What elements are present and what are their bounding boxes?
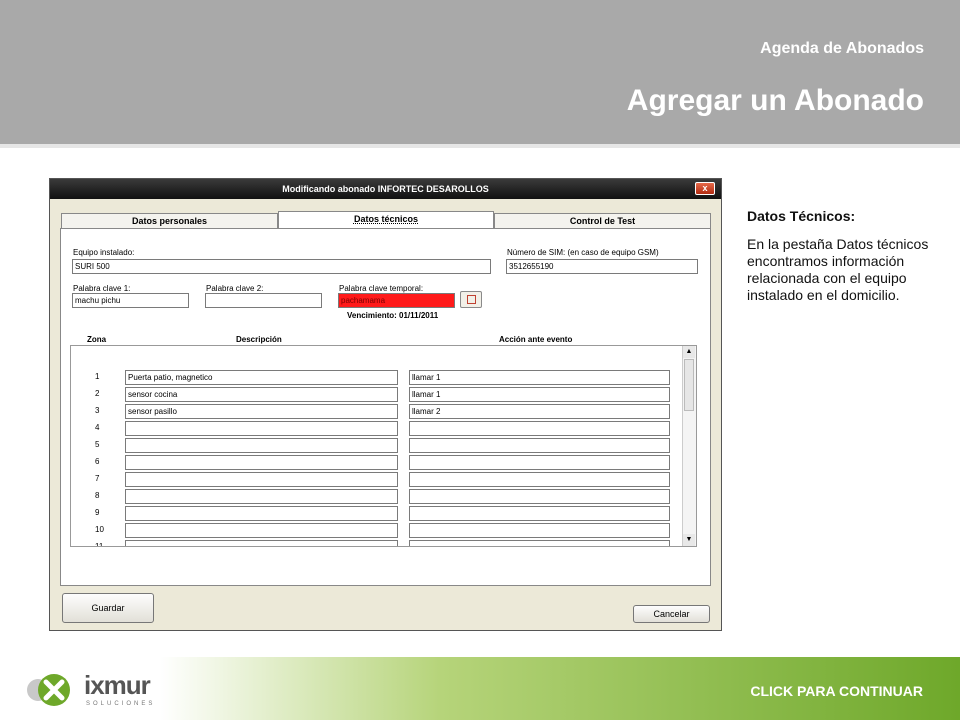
clave-temp-label: Palabra clave temporal: — [339, 284, 424, 293]
action-cell[interactable] — [409, 506, 670, 521]
zones-grid: 1 Puerta patio, magnetico llamar 1 2 sen… — [70, 345, 697, 547]
ixmur-logo-icon — [27, 674, 70, 706]
clave2-field[interactable] — [205, 293, 322, 308]
header-divider — [0, 144, 960, 148]
table-row: 9 — [71, 506, 681, 523]
tab-label: Datos personales — [131, 216, 208, 226]
description-cell[interactable] — [125, 455, 398, 470]
action-cell[interactable] — [409, 421, 670, 436]
description-cell[interactable] — [125, 472, 398, 487]
zone-number: 2 — [95, 389, 100, 398]
clave1-field[interactable]: machu pichu — [72, 293, 189, 308]
action-cell[interactable]: llamar 1 — [409, 387, 670, 402]
action-cell[interactable] — [409, 489, 670, 504]
slide-header: Agenda de Abonados Agregar un Abonado — [0, 0, 960, 144]
close-icon[interactable]: x — [695, 182, 715, 195]
tab-datos-personales[interactable]: Datos personales — [61, 213, 278, 228]
action-cell[interactable]: llamar 2 — [409, 404, 670, 419]
description-cell[interactable]: sensor cocina — [125, 387, 398, 402]
clave1-label: Palabra clave 1: — [73, 284, 131, 293]
table-row: 8 — [71, 489, 681, 506]
description-cell[interactable] — [125, 438, 398, 453]
sim-label: Número de SIM: (en caso de equipo GSM) — [507, 248, 659, 257]
column-header-zona: Zona — [87, 335, 107, 344]
description-cell[interactable] — [125, 489, 398, 504]
zone-number: 1 — [95, 372, 100, 381]
tab-control-de-test[interactable]: Control de Test — [494, 213, 711, 228]
logo-subtitle: SOLUCIONES — [86, 701, 156, 707]
slide-footer: ixmur SOLUCIONES CLICK PARA CONTINUAR — [0, 657, 960, 720]
table-row: 10 — [71, 523, 681, 540]
table-row: 7 — [71, 472, 681, 489]
grid-scrollbar[interactable]: ▲ ▼ — [682, 346, 696, 546]
clave-temp-field[interactable]: pachamama — [338, 293, 455, 308]
scroll-up-icon[interactable]: ▲ — [683, 346, 695, 358]
vencimiento-text: Vencimiento: 01/11/2011 — [347, 311, 439, 320]
scroll-thumb[interactable] — [684, 359, 694, 411]
sim-field[interactable]: 3512655190 — [506, 259, 698, 274]
equipo-label: Equipo instalado: — [73, 248, 135, 257]
action-cell[interactable] — [409, 455, 670, 470]
equipo-field[interactable]: SURI 500 — [72, 259, 491, 274]
description-cell[interactable] — [125, 540, 398, 546]
calendar-button[interactable] — [460, 291, 482, 308]
tab-label: Datos técnicos — [353, 214, 419, 224]
table-row: 2 sensor cocina llamar 1 — [71, 387, 681, 404]
cancel-button[interactable]: Cancelar — [633, 605, 710, 623]
column-header-descripcion: Descripción — [236, 335, 282, 344]
action-cell[interactable] — [409, 472, 670, 487]
action-cell[interactable]: llamar 1 — [409, 370, 670, 385]
cancel-button-label: Cancelar — [653, 609, 690, 619]
calendar-icon — [467, 295, 476, 304]
zone-number: 9 — [95, 508, 100, 517]
description-cell[interactable] — [125, 506, 398, 521]
zone-number: 10 — [95, 525, 104, 534]
action-cell[interactable] — [409, 523, 670, 538]
zone-number: 8 — [95, 491, 100, 500]
side-title: Datos Técnicos: — [747, 208, 856, 224]
zone-number: 4 — [95, 423, 100, 432]
table-row: 6 — [71, 455, 681, 472]
table-row: 1 Puerta patio, magnetico llamar 1 — [71, 370, 681, 387]
logo-name: ixmur — [84, 670, 151, 700]
window-title: Modificando abonado INFORTEC DESAROLLOS — [282, 184, 489, 194]
header-subtitle: Agenda de Abonados — [760, 40, 924, 57]
header-title: Agregar un Abonado — [626, 84, 924, 117]
description-cell[interactable]: sensor pasillo — [125, 404, 398, 419]
column-header-accion: Acción ante evento — [499, 335, 573, 344]
zone-number: 3 — [95, 406, 100, 415]
save-button-label: Guardar — [91, 603, 125, 613]
zone-number: 6 — [95, 457, 100, 466]
side-text: En la pestaña Datos técnicos encontramos… — [747, 236, 929, 303]
window-titlebar: Modificando abonado INFORTEC DESAROLLOS … — [50, 179, 721, 199]
clave2-label: Palabra clave 2: — [206, 284, 264, 293]
table-row: 4 — [71, 421, 681, 438]
tab-label: Control de Test — [569, 216, 636, 226]
zone-number: 7 — [95, 474, 100, 483]
action-cell[interactable] — [409, 438, 670, 453]
description-cell[interactable] — [125, 523, 398, 538]
zone-number: 5 — [95, 440, 100, 449]
table-row: 3 sensor pasillo llamar 2 — [71, 404, 681, 421]
action-cell[interactable] — [409, 540, 670, 546]
scroll-down-icon[interactable]: ▼ — [683, 534, 695, 546]
table-row: 11 — [71, 540, 681, 547]
zone-number: 11 — [95, 542, 104, 547]
tab-datos-tecnicos[interactable]: Datos técnicos — [278, 211, 494, 229]
app-window: Modificando abonado INFORTEC DESAROLLOS … — [49, 178, 722, 631]
continue-link[interactable]: CLICK PARA CONTINUAR — [750, 683, 923, 699]
description-cell[interactable]: Puerta patio, magnetico — [125, 370, 398, 385]
save-button[interactable]: Guardar — [62, 593, 154, 623]
table-row: 5 — [71, 438, 681, 455]
description-cell[interactable] — [125, 421, 398, 436]
